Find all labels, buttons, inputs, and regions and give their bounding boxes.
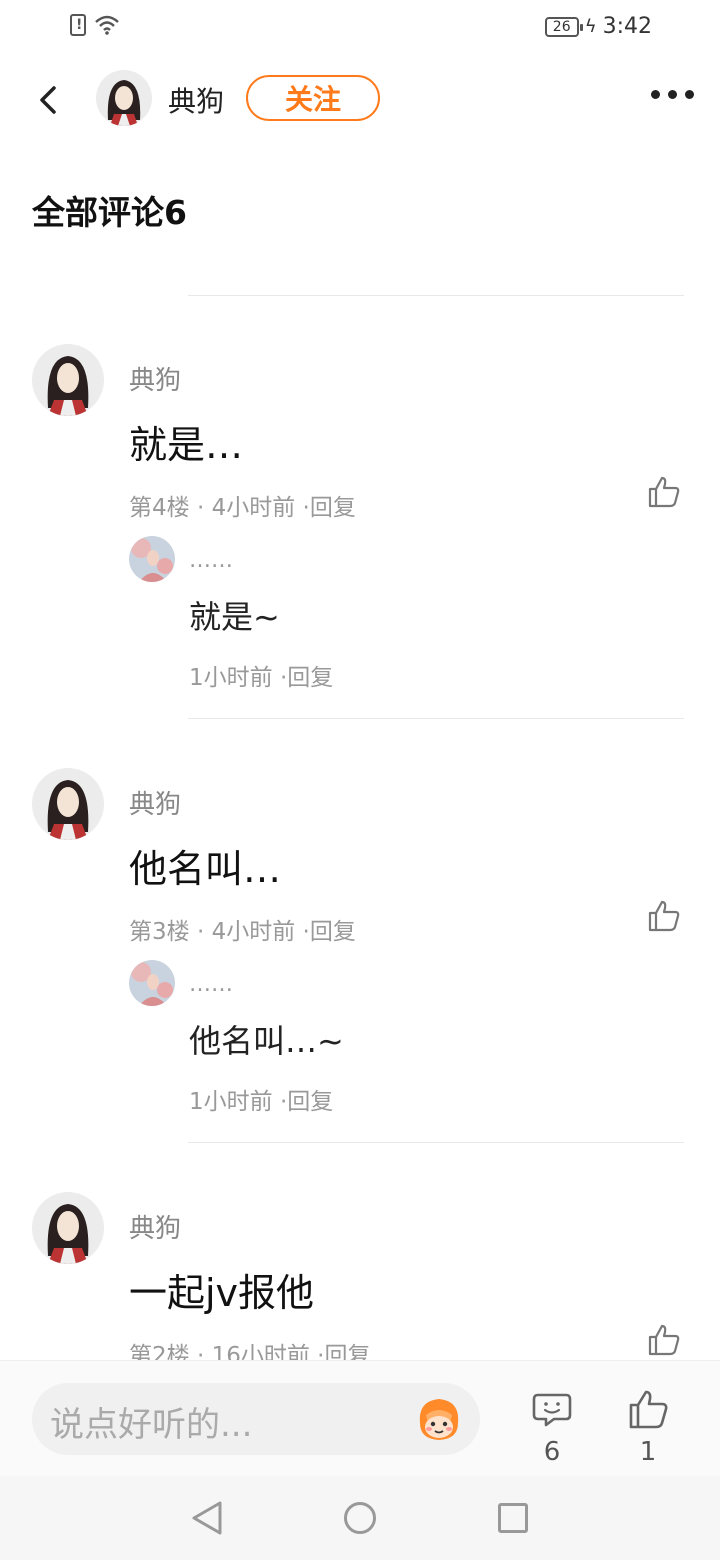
reply-item: …… 他名叫…~ 1小时前 ·回复	[129, 960, 689, 1120]
commenter-name[interactable]: 典狗	[129, 1208, 181, 1245]
replier-name[interactable]: ……	[189, 972, 233, 997]
like-icon[interactable]	[646, 898, 682, 934]
clock: 3:42	[602, 14, 652, 39]
battery-icon: 26	[544, 16, 583, 37]
replier-avatar[interactable]	[129, 960, 175, 1006]
nav-recent-icon[interactable]	[498, 1503, 528, 1533]
reply-item: …… 就是~ 1小时前 ·回复	[129, 536, 689, 696]
nav-back-icon[interactable]	[190, 1500, 224, 1536]
back-icon[interactable]	[30, 80, 70, 120]
like-count: 1	[639, 1437, 657, 1467]
divider	[188, 1142, 684, 1143]
status-bar: 26 ϟ 3:42	[0, 0, 720, 56]
comment-icon	[532, 1393, 572, 1427]
comment-count-button[interactable]: 6	[530, 1387, 574, 1467]
author-name[interactable]: 典狗	[168, 80, 224, 120]
reply-text: 他名叫…~	[189, 1022, 344, 1060]
divider	[188, 718, 684, 719]
system-nav-bar	[0, 1476, 720, 1560]
replier-name[interactable]: ……	[189, 548, 233, 573]
commenter-name[interactable]: 典狗	[129, 784, 181, 821]
header: 典狗 关注	[0, 62, 720, 138]
sim-alert-icon	[70, 14, 86, 36]
commenter-avatar[interactable]	[32, 768, 104, 840]
author-avatar[interactable]	[96, 70, 152, 126]
divider	[188, 295, 684, 296]
bottom-bar: 说点好听的... 6 1	[0, 1360, 720, 1476]
reply-meta[interactable]: 1小时前 ·回复	[189, 658, 333, 692]
nav-home-icon[interactable]	[344, 1502, 376, 1534]
comment-meta[interactable]: 第3楼 · 4小时前 ·回复	[129, 912, 356, 946]
commenter-avatar[interactable]	[32, 1192, 104, 1264]
like-count-button[interactable]: 1	[626, 1387, 670, 1467]
comment-meta[interactable]: 第4楼 · 4小时前 ·回复	[129, 488, 356, 522]
comment-text: 就是…	[129, 423, 244, 467]
status-right: 26 ϟ 3:42	[544, 14, 652, 39]
follow-button[interactable]: 关注	[246, 75, 380, 121]
emoji-icon[interactable]	[412, 1393, 466, 1445]
wifi-icon	[95, 15, 119, 35]
charging-icon: ϟ	[584, 16, 597, 37]
replier-avatar[interactable]	[129, 536, 175, 582]
comment-input-placeholder: 说点好听的...	[50, 1405, 253, 1445]
commenter-avatar[interactable]	[32, 344, 104, 416]
more-icon[interactable]	[651, 90, 694, 99]
status-left	[70, 14, 120, 36]
commenter-name[interactable]: 典狗	[129, 360, 181, 397]
reply-text: 就是~	[189, 598, 280, 636]
comment-text: 他名叫…	[129, 847, 282, 891]
like-icon	[629, 1390, 668, 1429]
comment-input[interactable]: 说点好听的...	[32, 1383, 480, 1455]
like-icon[interactable]	[646, 1322, 682, 1358]
reply-meta[interactable]: 1小时前 ·回复	[189, 1082, 333, 1116]
like-icon[interactable]	[646, 474, 682, 510]
comment-text: 一起jv报他	[129, 1271, 315, 1315]
comment-count: 6	[543, 1437, 561, 1467]
section-title: 全部评论6	[32, 193, 187, 232]
